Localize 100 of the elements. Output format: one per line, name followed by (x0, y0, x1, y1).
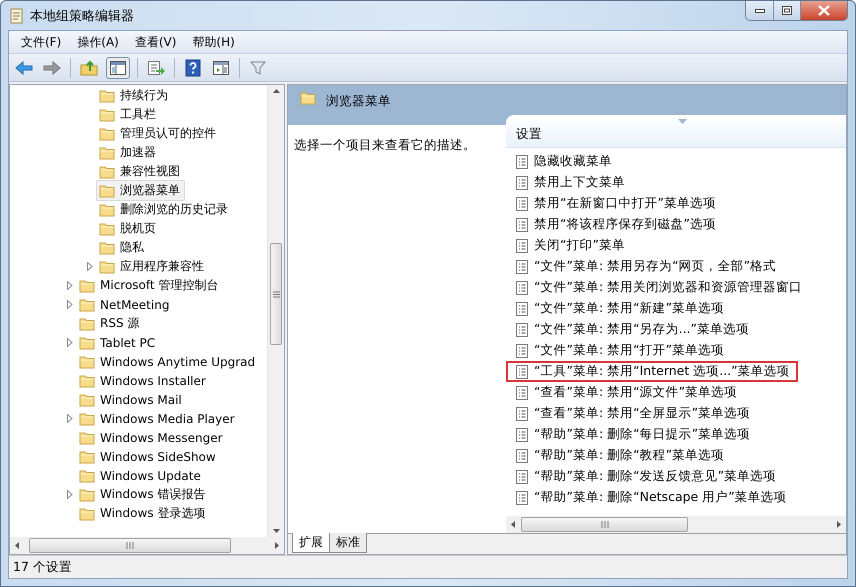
setting-item[interactable]: “文件”菜单: 禁用关闭浏览器和资源管理器窗口 (506, 277, 810, 298)
category-heading: 浏览器菜单 (326, 93, 391, 110)
folder-icon (99, 240, 115, 254)
setting-item[interactable]: “文件”菜单: 禁用“打开”菜单选项 (506, 340, 732, 361)
tree-item[interactable]: Windows 错误报告 (76, 484, 210, 505)
setting-item[interactable]: “帮助”菜单: 删除“Netscape 用户”菜单选项 (506, 487, 795, 508)
tree-item[interactable]: 删除浏览的历史记录 (96, 199, 233, 220)
folder-icon (99, 108, 115, 122)
folder-icon (79, 392, 95, 406)
tree-item[interactable]: Windows Media Player (76, 408, 240, 429)
setting-page-icon (516, 470, 528, 484)
description-text: 选择一个项目来查看它的描述。 (294, 137, 476, 152)
tree-item[interactable]: 工具栏 (96, 104, 161, 125)
scroll-right-arrow-icon[interactable] (835, 521, 842, 528)
scroll-left-arrow-icon[interactable] (14, 542, 21, 549)
folder-icon (99, 202, 115, 216)
tree-item[interactable]: 兼容性视图 (96, 161, 185, 182)
tree-item[interactable]: NetMeeting (76, 294, 174, 315)
tree-item[interactable]: Windows Anytime Upgrad (76, 351, 260, 372)
folder-icon (79, 488, 95, 502)
scroll-up-arrow-icon[interactable] (272, 88, 280, 95)
expand-arrow-icon[interactable] (67, 414, 73, 423)
setting-item[interactable]: 隐藏收藏菜单 (506, 151, 620, 172)
setting-item[interactable]: “文件”菜单: 禁用“另存为...”菜单选项 (506, 319, 758, 340)
setting-item[interactable]: “查看”菜单: 禁用“全屏显示”菜单选项 (506, 403, 758, 424)
setting-page-icon (516, 364, 528, 378)
maximize-button[interactable] (773, 1, 800, 20)
vertical-scrollbar[interactable] (267, 85, 284, 537)
tree-item[interactable]: Windows Messenger (76, 427, 228, 448)
tree-item[interactable]: 加速器 (96, 142, 161, 163)
setting-item[interactable]: 禁用上下文菜单 (506, 172, 633, 193)
folder-icon (79, 278, 95, 292)
menu-item[interactable]: 操作(A) (69, 32, 127, 52)
setting-item[interactable]: “工具”菜单: 禁用“Internet 选项...”菜单选项 (506, 361, 798, 382)
expand-arrow-icon[interactable] (67, 281, 73, 290)
scroll-right-arrow-icon[interactable] (273, 542, 280, 549)
folder-icon (300, 91, 316, 105)
horizontal-scrollbar[interactable] (10, 537, 284, 554)
tree-item[interactable]: Windows Update (76, 465, 206, 486)
expand-arrow-icon[interactable] (87, 262, 93, 271)
folder-icon (79, 506, 95, 520)
menu-item[interactable]: 查看(V) (126, 32, 184, 52)
setting-page-icon (516, 490, 528, 504)
setting-item[interactable]: “帮助”菜单: 删除“每日提示”菜单选项 (506, 424, 758, 445)
scroll-down-arrow-icon[interactable] (272, 527, 280, 534)
tree-item[interactable]: Windows SideShow (76, 446, 221, 467)
menu-item[interactable]: 帮助(H) (184, 32, 243, 52)
tree-item[interactable]: Windows Mail (76, 389, 187, 410)
close-button[interactable] (800, 1, 847, 20)
tree-item[interactable]: 应用程序兼容性 (96, 256, 209, 277)
expand-arrow-icon[interactable] (67, 338, 73, 347)
view-tab[interactable]: 标准 (329, 533, 367, 553)
folder-icon (99, 88, 115, 102)
setting-item[interactable]: “查看”菜单: 禁用“源文件”菜单选项 (506, 382, 746, 403)
setting-item[interactable]: “文件”菜单: 禁用“新建”菜单选项 (506, 298, 732, 319)
policy-document-icon (8, 8, 24, 24)
expand-arrow-icon[interactable] (67, 300, 73, 309)
setting-page-icon (516, 260, 528, 274)
minimize-icon (754, 8, 764, 12)
tree-pane-button[interactable] (106, 56, 130, 78)
setting-item[interactable]: “帮助”菜单: 删除“发送反馈意见”菜单选项 (506, 466, 784, 487)
setting-item[interactable]: 关闭“打印”菜单 (506, 235, 633, 256)
setting-page-icon (516, 218, 528, 232)
maximize-icon (782, 6, 792, 15)
setting-item[interactable]: “文件”菜单: 禁用另存为“网页，全部”格式 (506, 256, 784, 277)
tree-item[interactable]: 浏览器菜单 (96, 180, 185, 201)
folder-icon (79, 450, 95, 464)
setting-item[interactable]: 禁用“将该程序保存到磁盘”选项 (506, 214, 724, 235)
folder-icon (99, 222, 115, 236)
folder-icon (79, 412, 95, 426)
expand-arrow-icon[interactable] (67, 490, 73, 499)
tree-item[interactable]: 隐私 (96, 237, 149, 258)
menu-item[interactable]: 文件(F) (13, 32, 70, 52)
setting-item[interactable]: “帮助”菜单: 删除“教程”菜单选项 (506, 445, 732, 466)
tree-item[interactable]: Windows Installer (76, 370, 211, 391)
grip-icon (272, 290, 280, 298)
window-title: 本地组策略编辑器 (30, 8, 135, 24)
tree-item[interactable]: RSS 源 (76, 313, 144, 334)
tree-item[interactable]: Microsoft 管理控制台 (76, 275, 224, 296)
folder-icon (79, 354, 95, 368)
folder-icon (99, 126, 115, 140)
setting-page-icon (516, 386, 528, 400)
minimize-button[interactable] (746, 1, 773, 20)
folder-icon (79, 298, 95, 312)
folder-icon (79, 316, 95, 330)
setting-page-icon (516, 154, 528, 168)
tree-item[interactable]: Tablet PC (76, 332, 160, 353)
horizontal-scrollbar[interactable] (506, 516, 846, 533)
scroll-left-arrow-icon[interactable] (510, 521, 517, 528)
column-header[interactable]: 设置 (506, 115, 846, 148)
setting-item[interactable]: 禁用“在新窗口中打开”菜单选项 (506, 193, 724, 214)
tree-item[interactable]: 持续行为 (96, 85, 173, 106)
folder-icon (79, 336, 95, 350)
setting-page-icon (516, 176, 528, 190)
tree-item[interactable]: 管理员认可的控件 (96, 123, 221, 144)
folder-icon (79, 430, 95, 444)
tree-item[interactable]: Windows 登录选项 (76, 503, 210, 524)
tree-item[interactable]: 脱机页 (96, 218, 161, 239)
setting-page-icon (516, 322, 528, 336)
view-tab[interactable]: 扩展 (292, 533, 330, 553)
